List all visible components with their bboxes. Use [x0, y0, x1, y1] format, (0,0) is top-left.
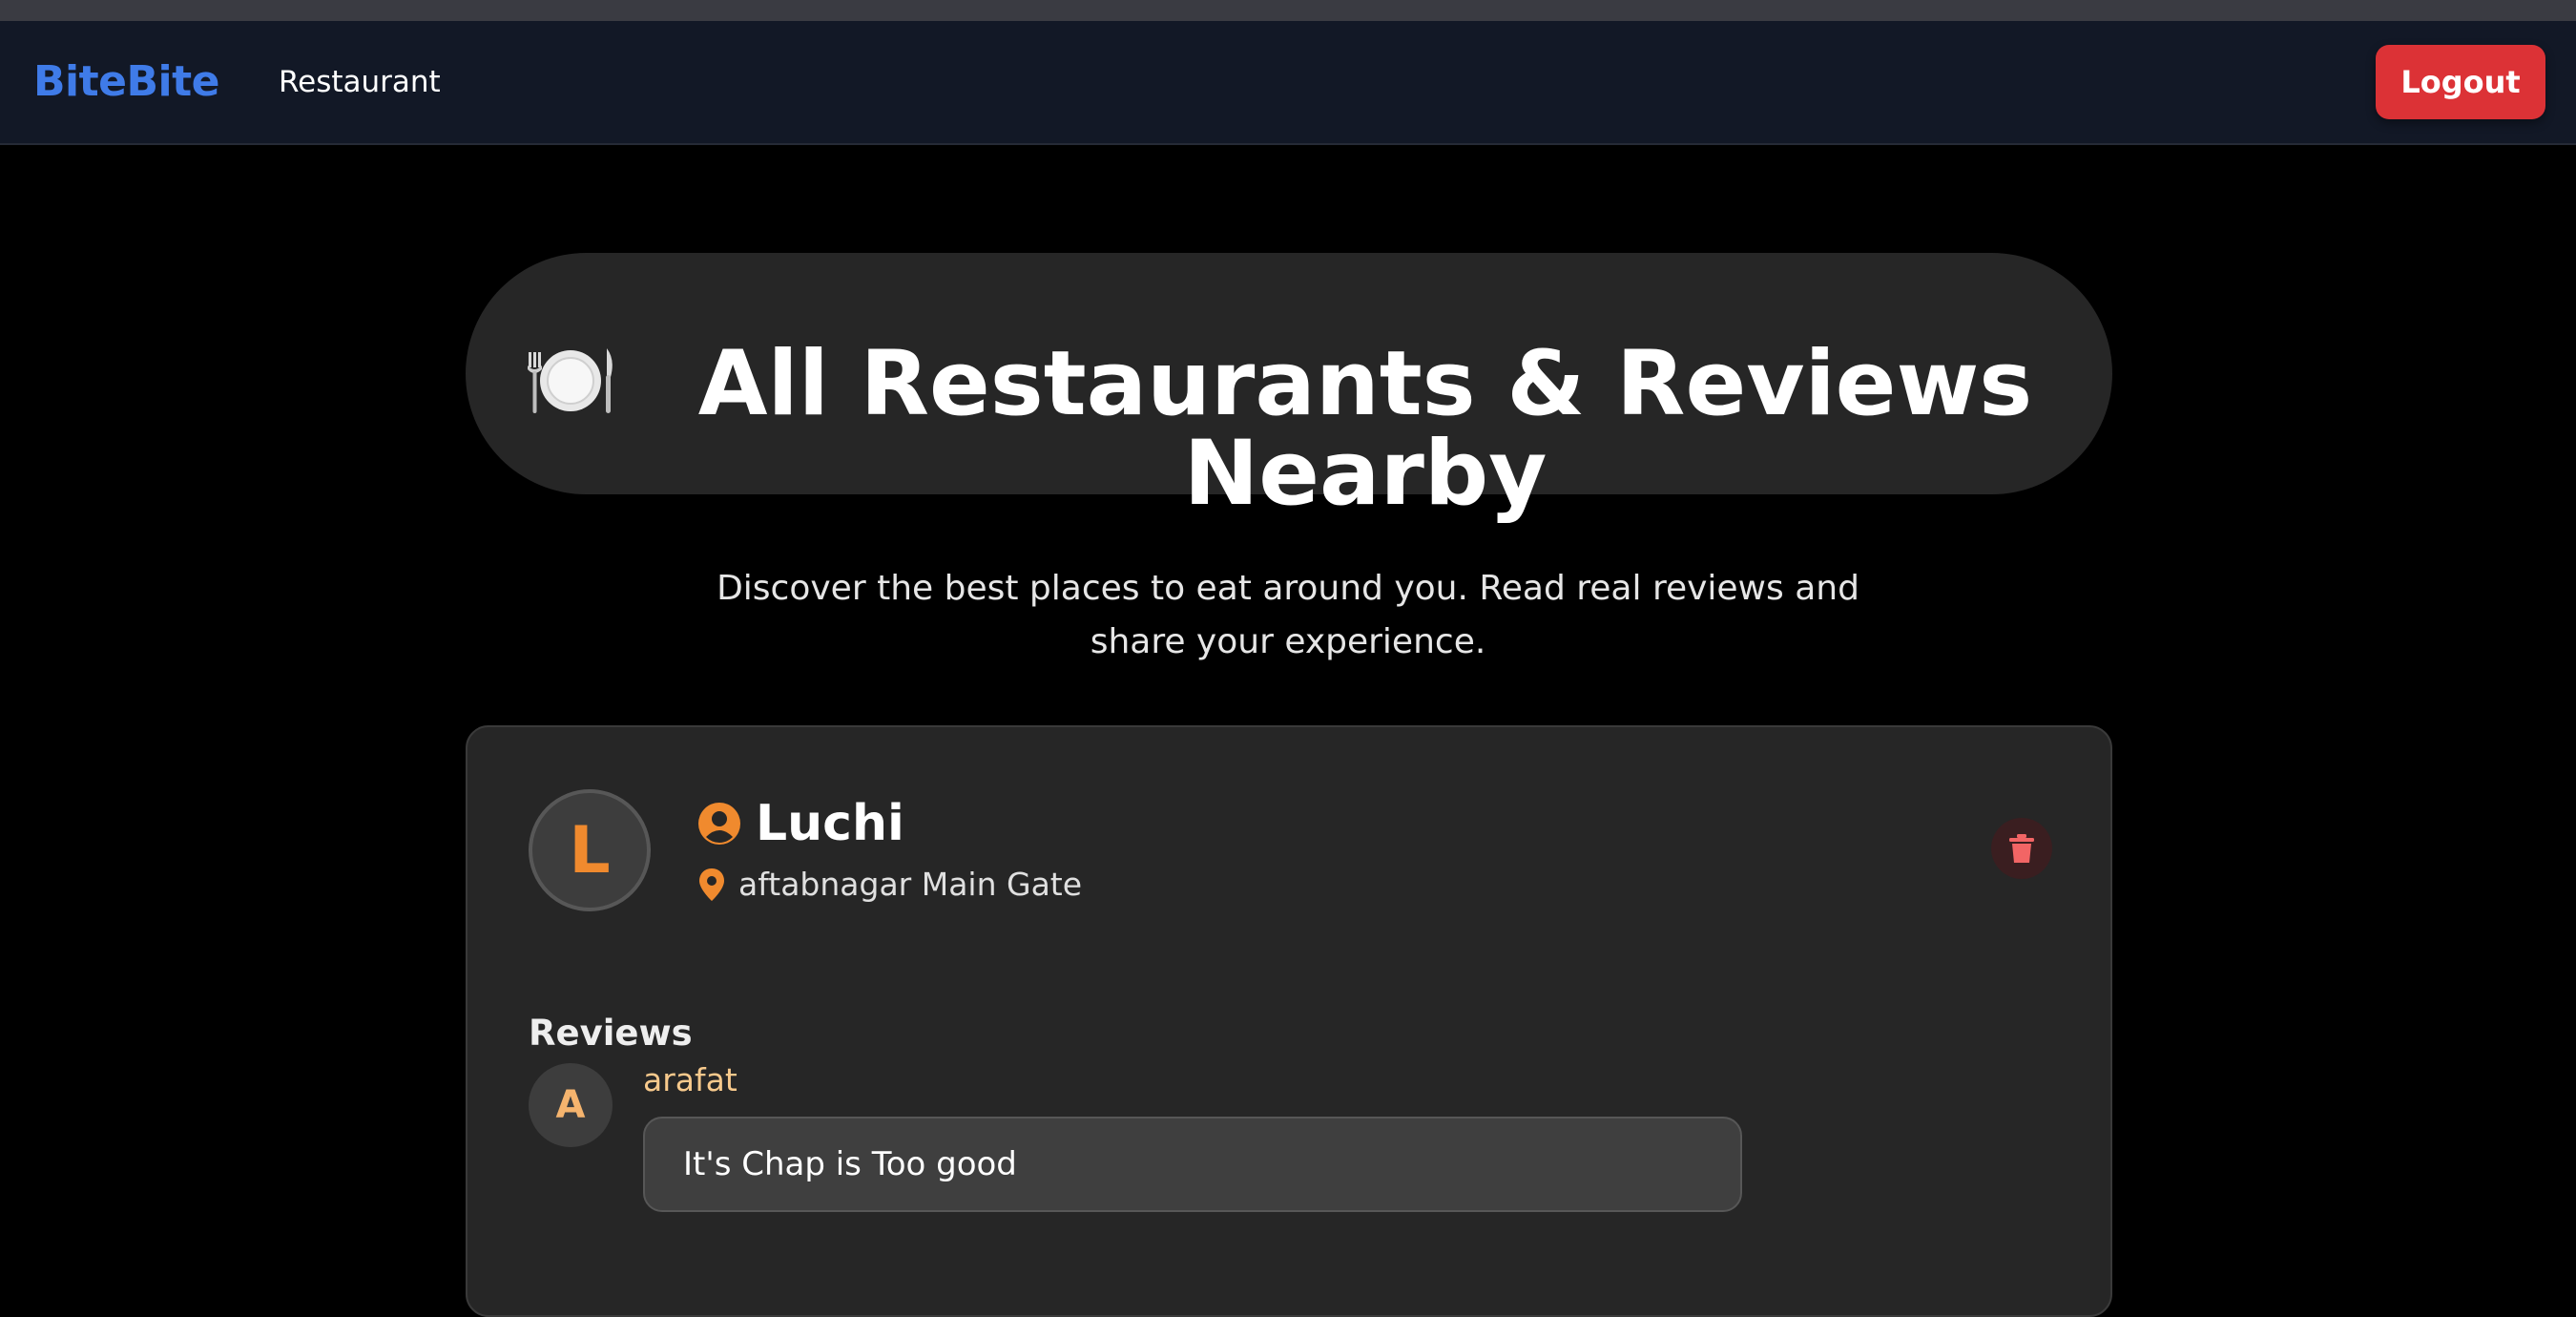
- restaurant-location: aftabnagar Main Gate: [738, 866, 1083, 903]
- restaurant-card: L Luchi aftabnagar Main Gate Reviews A a…: [466, 725, 2112, 1317]
- restaurant-avatar: L: [529, 789, 651, 911]
- delete-restaurant-button[interactable]: [1991, 818, 2052, 879]
- brand-logo[interactable]: BiteBite: [33, 57, 220, 106]
- reviews-heading: Reviews: [529, 1013, 693, 1054]
- logout-button[interactable]: Logout: [2376, 45, 2545, 119]
- nav-link-restaurant[interactable]: Restaurant: [279, 65, 441, 99]
- page-title: All Restaurants & Reviews Nearby: [697, 331, 2033, 526]
- restaurant-name-row: Luchi: [696, 794, 904, 853]
- plate-with-cutlery-icon: [523, 331, 618, 417]
- review-text: It's Chap is Too good: [643, 1117, 1742, 1212]
- review-avatar: A: [529, 1063, 613, 1147]
- user-circle-icon: [696, 801, 742, 847]
- hero-banner: All Restaurants & Reviews Nearby: [466, 253, 2112, 518]
- review-author: arafat: [643, 1061, 737, 1098]
- page-subtitle: Discover the best places to eat around y…: [717, 569, 1859, 661]
- trash-icon: [2008, 833, 2035, 864]
- restaurant-location-row: aftabnagar Main Gate: [698, 866, 1082, 903]
- navbar: BiteBite Restaurant Logout: [0, 21, 2576, 145]
- map-pin-icon: [698, 868, 725, 902]
- browser-top-strip: [0, 0, 2576, 21]
- restaurant-name[interactable]: Luchi: [756, 795, 904, 852]
